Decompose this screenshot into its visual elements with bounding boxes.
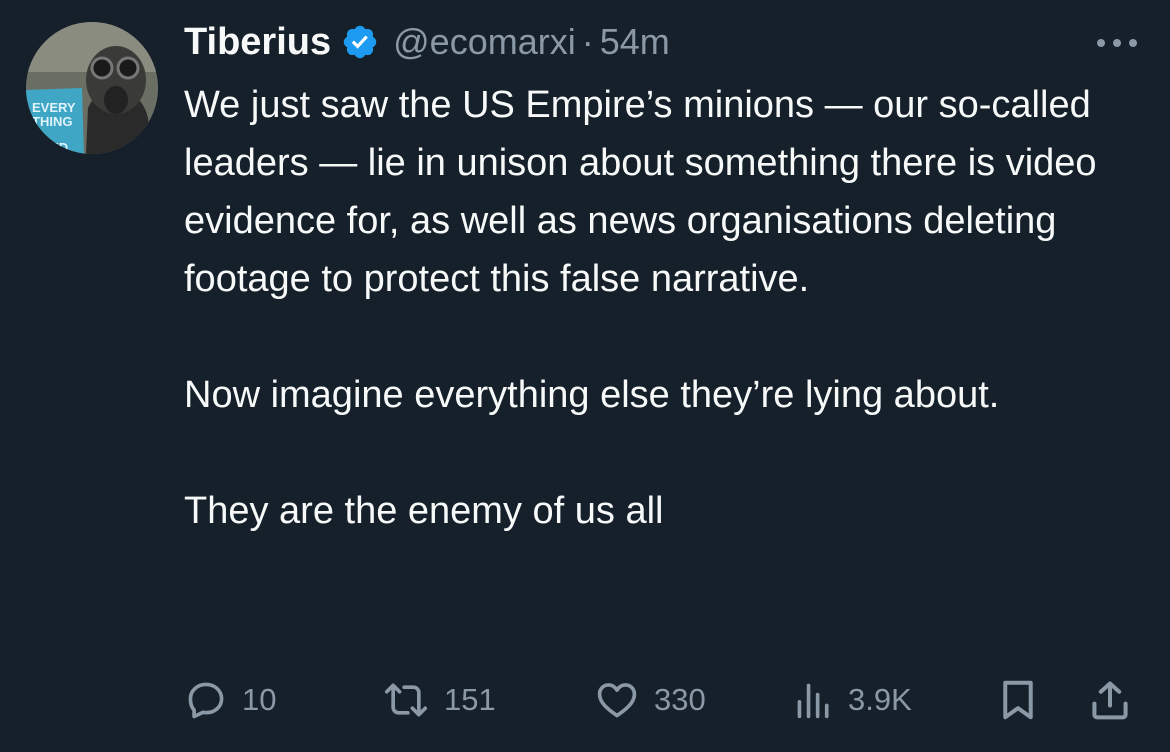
tweet[interactable]: EVERY THING SKED Tiberius @ecomarxi · 54… [0, 0, 1170, 752]
views-button[interactable]: 3.9K [794, 670, 912, 730]
retweet-icon [384, 683, 428, 717]
retweet-button[interactable]: 151 [382, 670, 496, 730]
tweet-paragraph: We just saw the US Empire’s minions — ou… [184, 84, 1097, 300]
bookmark-icon [1003, 680, 1033, 720]
author-handle[interactable]: @ecomarxi [393, 21, 576, 63]
avatar-book-line-3: SKED [32, 140, 68, 154]
reply-button[interactable]: 10 [184, 670, 276, 730]
more-icon[interactable] [1094, 30, 1140, 56]
bookmark-button[interactable] [998, 670, 1038, 730]
tweet-header: Tiberius @ecomarxi · 54m [184, 20, 670, 64]
tweet-paragraph: They are the enemy of us all [184, 490, 664, 532]
tweet-text: We just saw the US Empire’s minions — ou… [184, 76, 1134, 540]
views-chart-icon [797, 683, 829, 719]
views-count: 3.9K [848, 682, 912, 717]
action-bar: 10 151 330 3.9K [184, 670, 1144, 730]
timestamp[interactable]: 54m [600, 21, 670, 63]
retweet-count: 151 [444, 682, 496, 717]
share-icon [1092, 681, 1128, 720]
tweet-paragraph: Now imagine everything else they’re lyin… [184, 374, 1000, 416]
heart-icon [597, 683, 637, 718]
like-button[interactable]: 330 [594, 670, 706, 730]
like-count: 330 [654, 682, 706, 717]
share-button[interactable] [1088, 670, 1132, 730]
author-name[interactable]: Tiberius [184, 21, 331, 64]
avatar-book-line-2: THING [32, 114, 72, 129]
avatar[interactable]: EVERY THING SKED [26, 22, 158, 154]
reply-count: 10 [242, 682, 277, 717]
separator-dot: · [581, 21, 594, 62]
reply-icon [188, 682, 224, 719]
verified-badge-icon[interactable] [341, 23, 379, 61]
avatar-image: EVERY THING SKED [26, 22, 158, 154]
avatar-book-line-1: EVERY [32, 100, 76, 115]
